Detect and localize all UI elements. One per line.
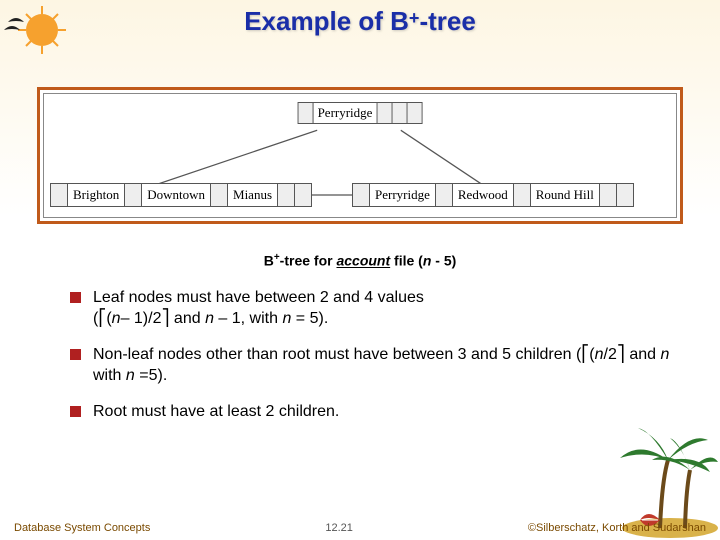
footer-page: 12.21 [325,522,353,534]
bullet-item: Non-leaf nodes other than root must have… [70,344,670,387]
leaf-node-right: Perryridge Redwood Round Hill [352,183,634,207]
diagram-caption: B+-tree for account file (n - 5) [0,252,720,269]
bullet-item: Leaf nodes must have between 2 and 4 val… [70,287,670,330]
bullet-square-icon [70,349,81,360]
footer-right: ©Silberschatz, Korth and Sudarshan [528,522,706,534]
bullet-item: Root must have at least 2 children. [70,401,670,423]
bullet-square-icon [70,406,81,417]
root-node: Perryridge [298,102,423,124]
bullet-list: Leaf nodes must have between 2 and 4 val… [70,287,670,423]
bullet-square-icon [70,292,81,303]
footer-left: Database System Concepts [14,522,150,534]
sun-bird-decoration [2,2,82,72]
footer: Database System Concepts 12.21 ©Silbersc… [0,522,720,534]
leaf-node-left: Brighton Downtown Mianus [50,183,312,207]
btree-diagram: Perryridge Brighton Downtown Mianus Perr… [37,87,683,224]
root-key: Perryridge [314,103,378,123]
slide-title: Example of B+-tree [0,0,720,37]
